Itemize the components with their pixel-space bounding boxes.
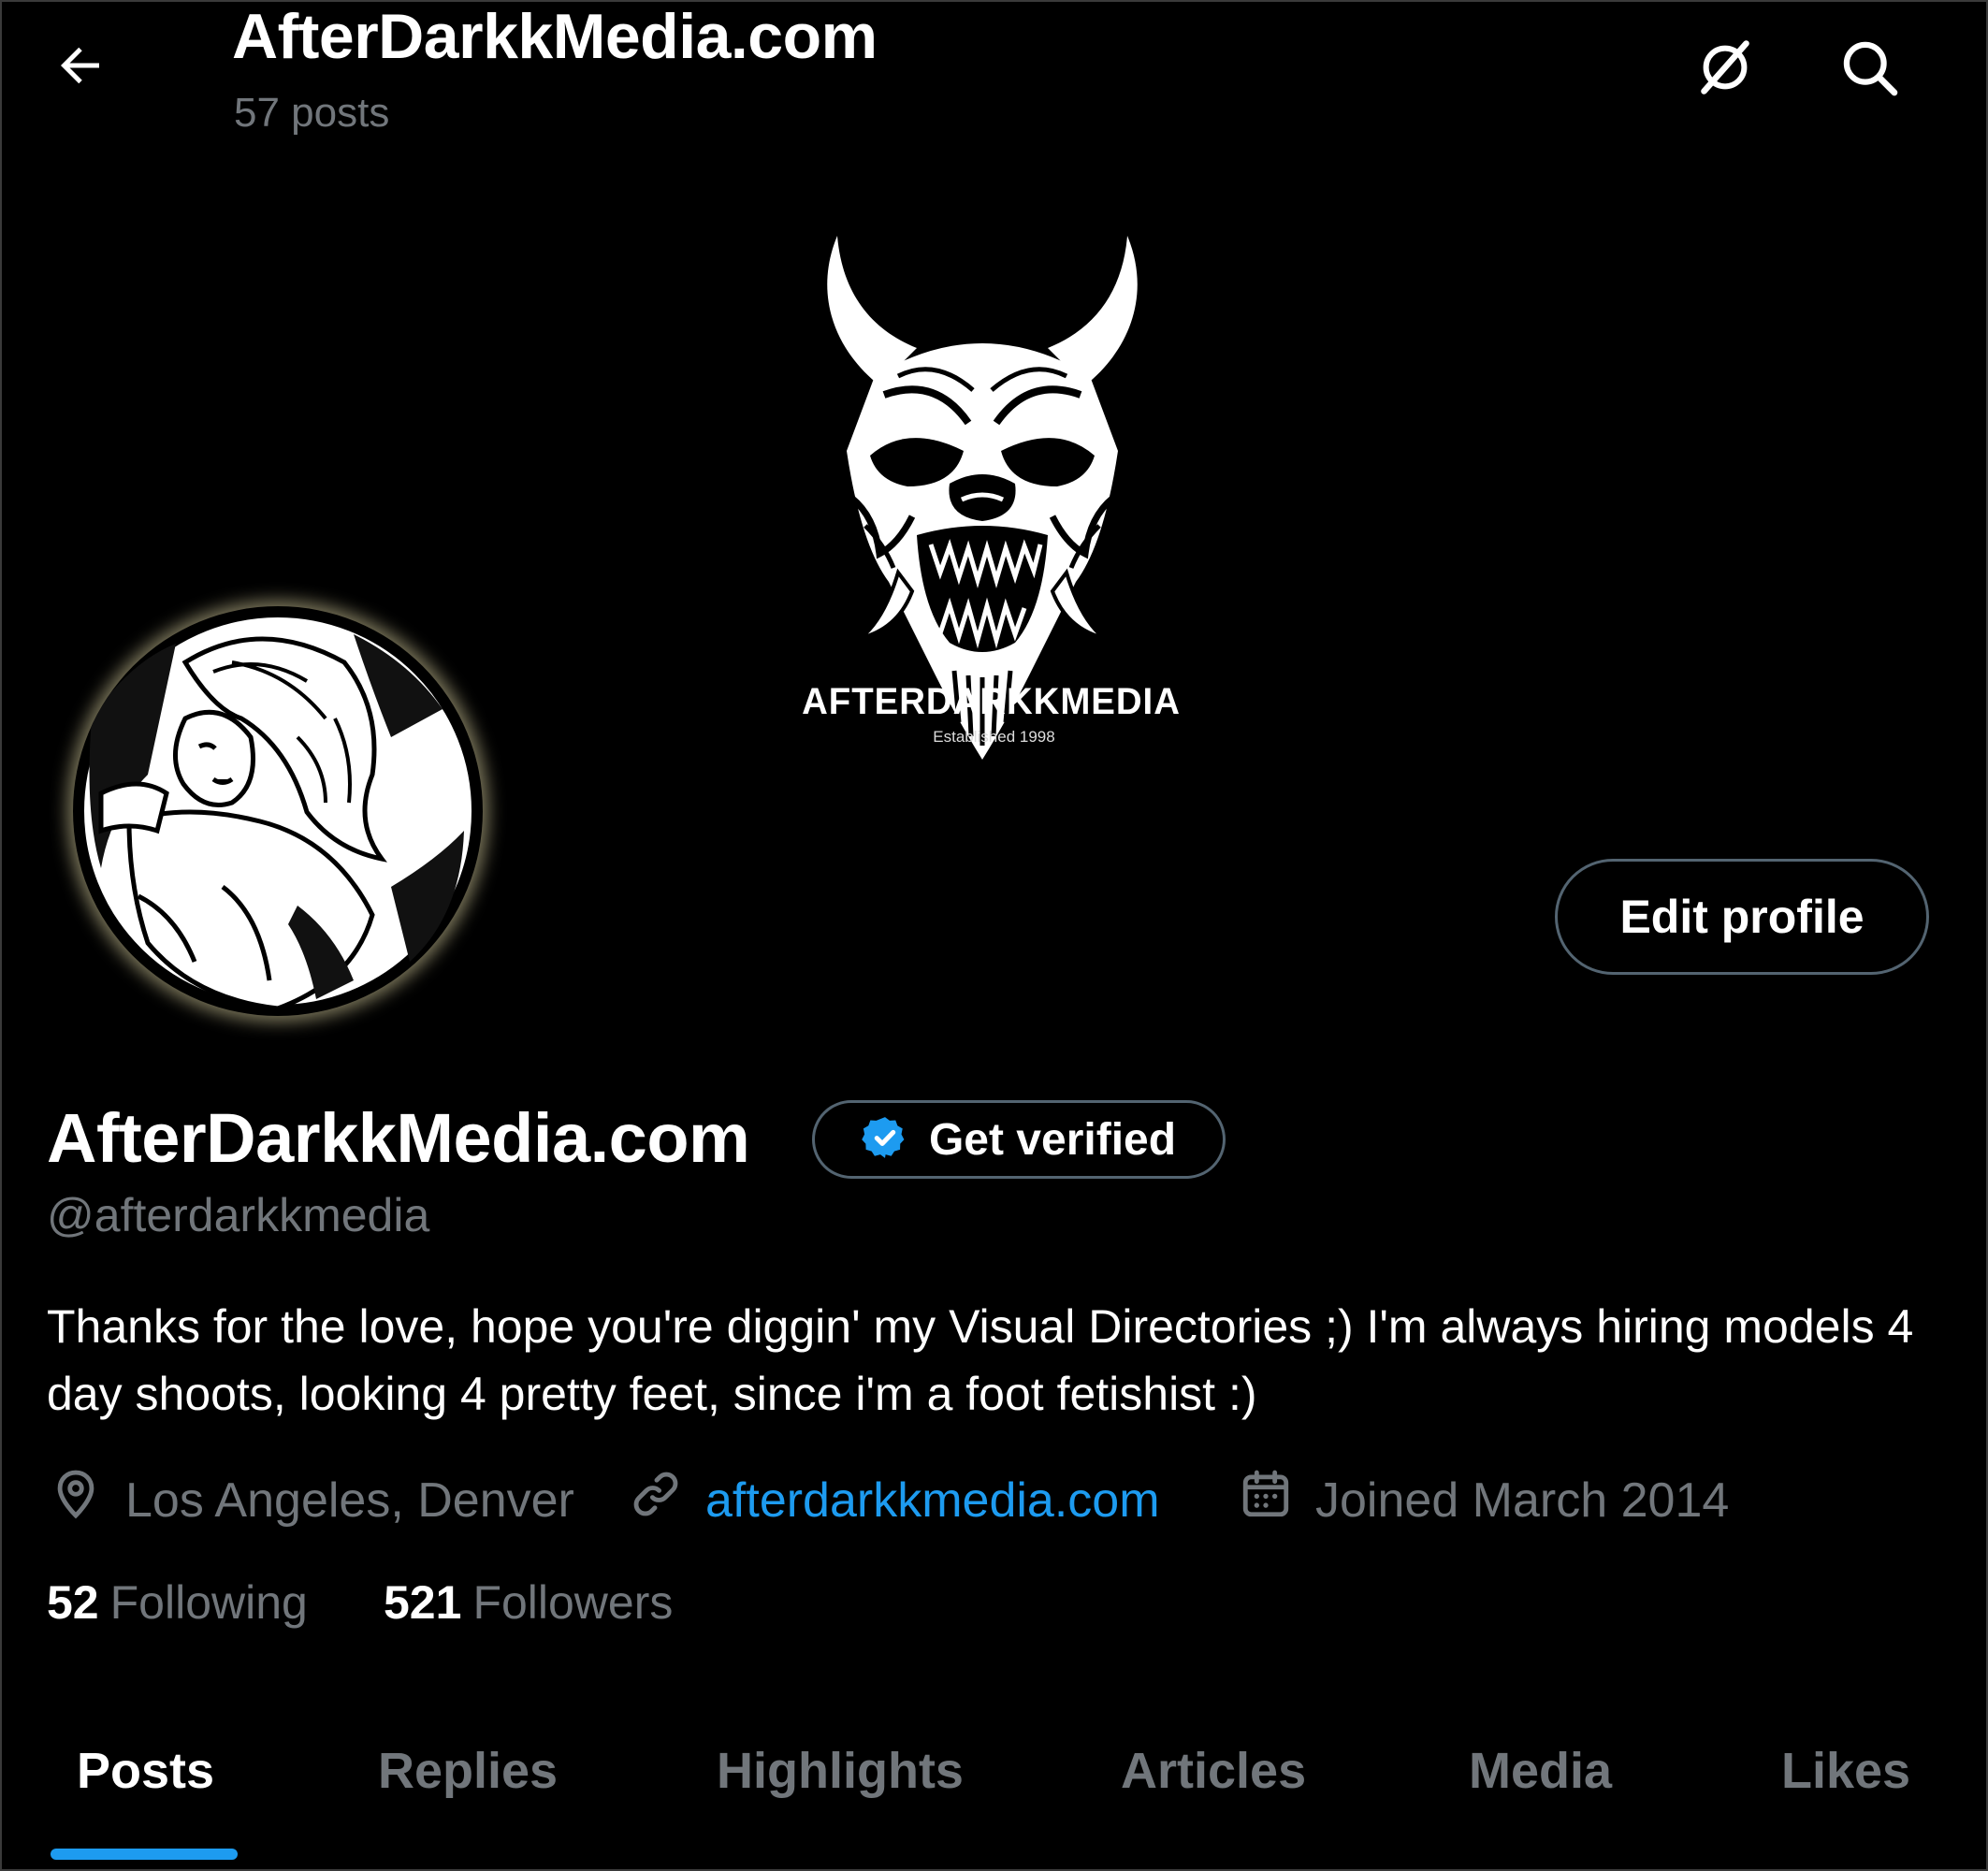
profile-website[interactable]: afterdarkkmedia.com [629, 1467, 1160, 1533]
tab-media[interactable]: Media [1469, 1742, 1612, 1800]
followers-link[interactable]: 521 Followers [384, 1575, 673, 1630]
search-icon [1837, 36, 1901, 104]
profile-bio: Thanks for the love, hope you're diggin'… [47, 1300, 1914, 1420]
search-button[interactable] [1830, 30, 1908, 109]
arrow-left-icon [52, 37, 109, 98]
profile-join-date: Joined March 2014 [1239, 1467, 1729, 1533]
active-tab-indicator [51, 1849, 238, 1860]
profile-location: Los Angeles, Denver [49, 1467, 574, 1533]
grok-button[interactable] [1686, 30, 1764, 109]
following-label: Following [109, 1576, 308, 1629]
edit-profile-button[interactable]: Edit profile [1555, 859, 1929, 975]
location-pin-icon [49, 1467, 103, 1533]
header-title: AfterDarkkMedia.com [232, 1, 878, 72]
location-text: Los Angeles, Denver [125, 1472, 574, 1528]
tab-replies[interactable]: Replies [378, 1742, 558, 1800]
profile-handle: @afterdarkkmedia [47, 1189, 430, 1241]
back-button[interactable] [43, 30, 118, 105]
verified-badge-icon [862, 1114, 908, 1166]
tab-articles[interactable]: Articles [1121, 1742, 1306, 1800]
followers-label: Followers [472, 1576, 674, 1629]
tab-posts[interactable]: Posts [77, 1742, 214, 1800]
get-verified-button[interactable]: Get verified [812, 1100, 1226, 1179]
website-link[interactable]: afterdarkkmedia.com [705, 1472, 1160, 1529]
following-link[interactable]: 52 Following [47, 1575, 308, 1630]
get-verified-label: Get verified [928, 1114, 1177, 1165]
following-count: 52 [47, 1576, 99, 1629]
calendar-icon [1239, 1467, 1293, 1533]
post-count: 57 posts [234, 90, 390, 136]
grok-slash-circle-icon [1691, 34, 1759, 106]
avatar[interactable] [73, 606, 483, 1016]
tab-highlights[interactable]: Highlights [717, 1742, 964, 1800]
profile-display-name: AfterDarkkMedia.com [47, 1099, 750, 1177]
link-icon [629, 1467, 683, 1533]
followers-count: 521 [384, 1576, 462, 1629]
join-date-text: Joined March 2014 [1315, 1472, 1730, 1528]
tab-likes[interactable]: Likes [1781, 1742, 1910, 1800]
